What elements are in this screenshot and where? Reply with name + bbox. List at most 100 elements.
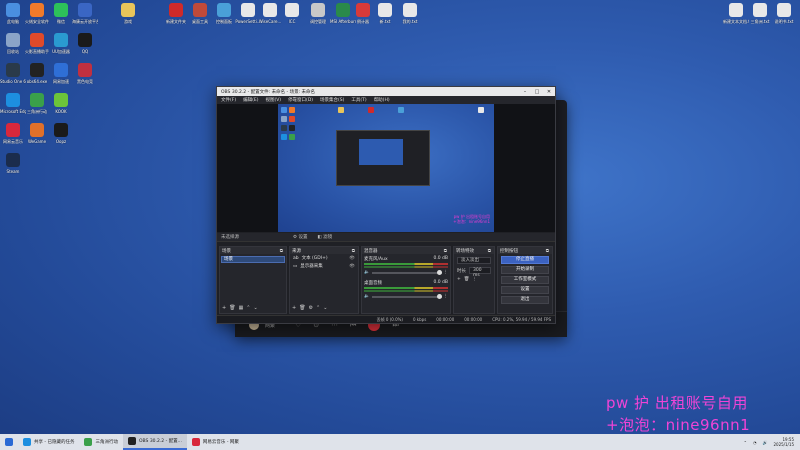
taskbar-app[interactable]: 共享 - 已隐藏的任务 xyxy=(18,434,79,450)
source-item[interactable]: ab 文本 (GDI+) 👁 xyxy=(290,254,358,262)
remove-scene-icon[interactable]: 🗑 xyxy=(229,305,235,311)
clock[interactable]: 19:55 2025/1/15 xyxy=(773,437,794,447)
maximize-icon[interactable]: □ xyxy=(531,89,543,95)
desktop-icon[interactable]: 控制面板 xyxy=(211,3,237,24)
desktop-icon[interactable]: 火绒安全软件 xyxy=(24,3,50,24)
move-up-icon[interactable]: ⌃ xyxy=(246,305,250,311)
desktop-icon[interactable]: 网易云音乐 xyxy=(0,123,26,144)
stop-stream-button[interactable]: 停止直播 xyxy=(501,256,549,264)
dock-icon[interactable]: ⧉ xyxy=(352,248,355,254)
taskbar-app[interactable]: OBS 30.2.2 - 配置... xyxy=(122,434,187,450)
exit-button[interactable]: 退出 xyxy=(501,296,549,304)
dock-icon[interactable]: ⧉ xyxy=(444,248,447,254)
transition-select[interactable]: 淡入淡出 xyxy=(457,257,491,264)
taskbar-app[interactable]: 网易云音乐 - 网聚 xyxy=(187,434,244,450)
move-up-icon[interactable]: ⌃ xyxy=(316,305,320,311)
speaker-icon[interactable]: 🔈 xyxy=(364,294,370,299)
eye-icon[interactable]: 👁 xyxy=(349,256,355,261)
duration-label: 时长 xyxy=(457,268,466,274)
move-down-icon[interactable]: ⌄ xyxy=(254,305,258,311)
menu-item[interactable]: 编辑(E) xyxy=(243,97,258,103)
duration-field[interactable]: 300 ms xyxy=(469,267,491,278)
desktop-icon[interactable]: 回收站 xyxy=(0,33,26,54)
menu-item[interactable]: 停靠窗口(D) xyxy=(288,97,313,103)
desktop-icon[interactable]: QQ xyxy=(72,33,98,54)
menu-item[interactable]: 工具(T) xyxy=(351,97,366,103)
desktop-icon-label: 海康云开放平台 xyxy=(72,19,98,24)
desktop-icon[interactable]: 火影直播助手 xyxy=(24,33,50,54)
eye-icon[interactable]: 👁 xyxy=(349,264,355,269)
studio-mode-button[interactable]: 工作室模式 xyxy=(501,276,549,284)
desktop-icon[interactable]: 游戏 xyxy=(115,3,141,24)
desktop-icon[interactable]: ICC xyxy=(279,3,305,24)
menu-item[interactable]: 视图(V) xyxy=(265,97,281,103)
channel-settings-icon[interactable]: ⋮ xyxy=(444,294,449,299)
desktop-icon[interactable]: 三角洲.txt xyxy=(747,3,773,24)
volume-slider[interactable] xyxy=(371,270,442,275)
desktop-icon[interactable]: 黑色电竞 xyxy=(72,63,98,84)
preview-canvas[interactable]: pw 护 出租账号自用 +泡泡：nine96nn1 xyxy=(278,104,494,232)
desktop-icon[interactable]: KOOK xyxy=(48,93,74,114)
source-item[interactable]: ▭ 显示器采集 👁 xyxy=(290,262,358,270)
add-transition-icon[interactable]: + xyxy=(457,277,461,282)
dock-icon[interactable]: ⧉ xyxy=(546,248,549,254)
desktop-icon[interactable]: 新.txt xyxy=(372,3,398,24)
desktop-icon[interactable]: 新建文本文档.txt xyxy=(723,3,749,24)
desktop-icon[interactable]: 此电脑 xyxy=(0,3,26,24)
network-icon[interactable]: ◔ xyxy=(753,440,757,445)
speaker-icon[interactable]: 🔈 xyxy=(364,270,370,275)
desktop-icon[interactable]: 桌面工具 xyxy=(187,3,213,24)
taskbar-app[interactable]: 三角洲行动 xyxy=(79,434,123,450)
volume-meter xyxy=(364,266,448,268)
desktop-icon[interactable]: Oopz xyxy=(48,123,74,144)
scene-filter-icon[interactable]: ▦ xyxy=(239,305,244,311)
desktop-icon[interactable]: 三角洲行动 xyxy=(24,93,50,114)
source-label: 文本 (GDI+) xyxy=(301,256,328,261)
preview-watermark: pw 护 出租账号自用 +泡泡：nine96nn1 xyxy=(453,214,490,224)
scene-item[interactable]: 场景 xyxy=(221,256,285,263)
obs-window[interactable]: OBS 30.2.2 - 配置文件: 未命名 - 场景: 未命名 – □ ✕ 文… xyxy=(216,86,556,324)
desktop-icon[interactable]: 调控管理 xyxy=(305,3,331,24)
desktop-icon[interactable]: Microsoft Edge xyxy=(0,93,26,114)
move-down-icon[interactable]: ⌄ xyxy=(323,305,327,311)
filters-button[interactable]: ◧ 滤镜 xyxy=(317,234,332,240)
settings-button[interactable]: 设置 xyxy=(501,286,549,294)
watermark-line: +泡泡：nine96nn1 xyxy=(606,416,751,434)
source-settings-icon[interactable]: ⚙ xyxy=(309,305,313,311)
desktop-icon[interactable]: 网易加速 xyxy=(48,63,74,84)
desktop-icon[interactable]: 微信 xyxy=(48,3,74,24)
dock-icon[interactable]: ⧉ xyxy=(488,248,491,254)
desktop-icon[interactable]: obs64.exe xyxy=(24,63,50,84)
desktop-icon[interactable]: UU加速器 xyxy=(48,33,74,54)
dock-icon[interactable]: ⧉ xyxy=(280,248,283,254)
channel-settings-icon[interactable]: ⋮ xyxy=(444,270,449,275)
tray-chevron-icon[interactable]: ⌃ xyxy=(744,440,747,445)
add-source-icon[interactable]: + xyxy=(292,305,296,311)
volume-slider[interactable] xyxy=(371,294,442,299)
add-scene-icon[interactable]: + xyxy=(222,305,226,311)
desktop-icon[interactable]: 说明书.txt xyxy=(771,3,797,24)
desktop-icon[interactable]: Studio One 6 xyxy=(0,63,26,84)
close-icon[interactable]: ✕ xyxy=(543,89,555,95)
transition-menu-icon[interactable]: ⋮ xyxy=(473,277,478,282)
app-icon xyxy=(311,3,325,17)
channel-db: 0.0 dB xyxy=(433,280,448,285)
remove-transition-icon[interactable]: 🗑 xyxy=(464,277,470,282)
volume-icon[interactable]: 🔊 xyxy=(763,440,768,445)
menu-item[interactable]: 帮助(H) xyxy=(374,97,390,103)
desktop-icon[interactable]: 海康云开放平台 xyxy=(72,3,98,24)
desktop-icon-label: 新.txt xyxy=(379,19,391,24)
desktop-icon[interactable]: WeGame xyxy=(24,123,50,144)
start-button[interactable] xyxy=(0,434,18,450)
start-recording-button[interactable]: 开始录制 xyxy=(501,266,549,274)
properties-button[interactable]: ⚙ 设置 xyxy=(293,234,307,240)
minimize-icon[interactable]: – xyxy=(519,89,531,95)
menu-item[interactable]: 场景集合(S) xyxy=(320,97,344,103)
desktop-icon-label: 新建文件夹 xyxy=(166,19,186,24)
desktop-icon[interactable]: Steam xyxy=(0,153,26,174)
menu-item[interactable]: 文件(F) xyxy=(221,97,236,103)
remove-source-icon[interactable]: 🗑 xyxy=(299,305,305,311)
app-icon xyxy=(217,3,231,17)
desktop-icon[interactable]: 我的.txt xyxy=(397,3,423,24)
desktop-icon[interactable]: 新建文件夹 xyxy=(163,3,189,24)
